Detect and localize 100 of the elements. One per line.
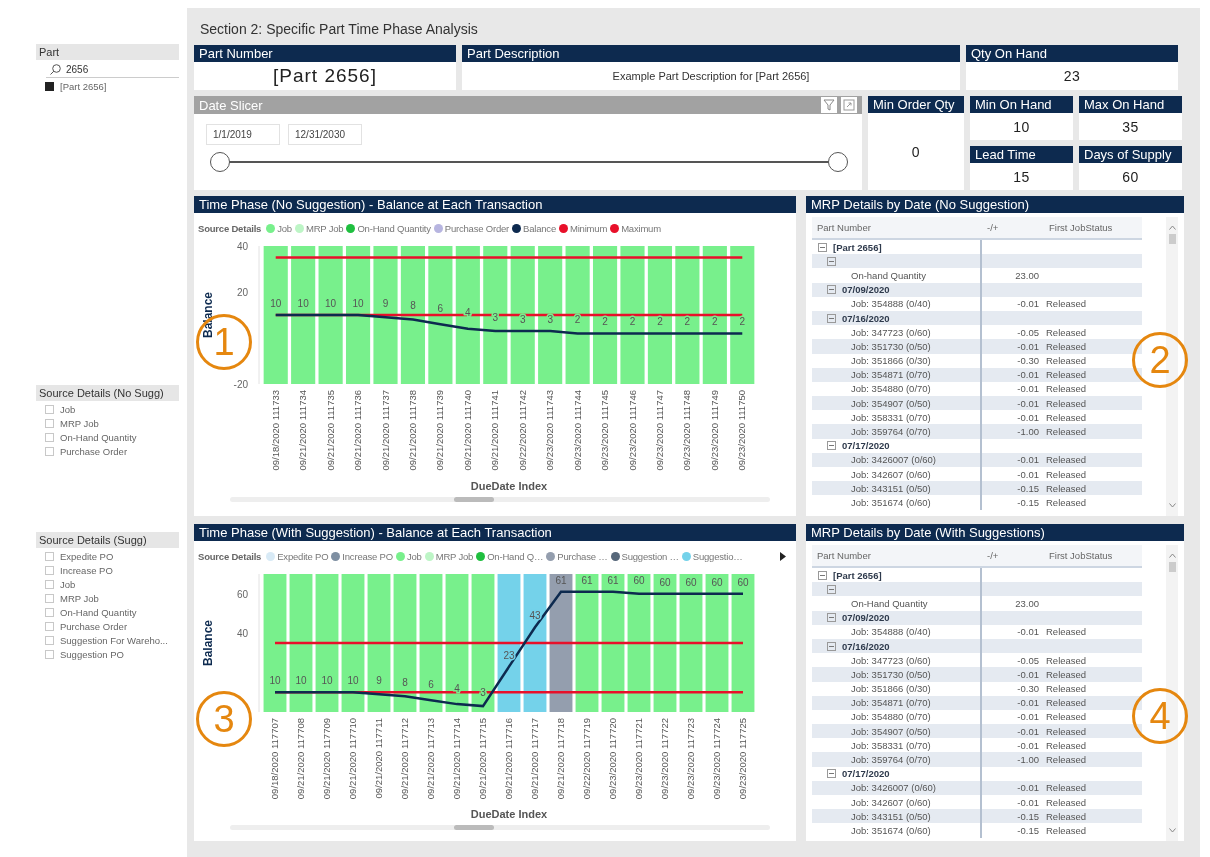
column-header[interactable]: -/+ (982, 550, 1044, 561)
start-date-field[interactable]: 1/1/2019 (206, 124, 280, 145)
table-cell-text: -0.01 (1016, 298, 1040, 310)
column-header[interactable]: Part Number (812, 222, 982, 233)
search-field[interactable]: 2656 (66, 64, 156, 75)
legend-label[interactable]: On-Hand Quantity (357, 223, 431, 234)
group-label: 07/16/2020 (842, 312, 890, 324)
slicer-item[interactable]: Job (60, 579, 76, 590)
table-cell-text: Released (1045, 782, 1088, 794)
slicer-item[interactable]: [Part 2656] (60, 81, 107, 92)
row-label: Job: 351674 (0/60) (851, 824, 931, 836)
table-cell-text: Released (1045, 668, 1088, 680)
row-label: Job: 3426007 (0/60) (851, 782, 937, 794)
slicer-item[interactable]: Purchase Order (60, 446, 128, 457)
scroll-thumb[interactable] (454, 825, 494, 830)
legend-label[interactable]: Maximum (621, 223, 661, 234)
slider-handle[interactable] (210, 152, 230, 172)
data-label: 60 (659, 576, 671, 588)
axis-tick-label: 09/21/2020 117714 (451, 718, 462, 800)
slicer-title: Part (36, 44, 179, 60)
end-date-field[interactable]: 12/31/2030 (288, 124, 362, 145)
slicer-item[interactable]: MRP Job (60, 418, 99, 429)
slicer-item[interactable]: Suggestion For Wareho... (60, 635, 168, 646)
legend-label[interactable]: MRP Job (435, 551, 474, 562)
column-header[interactable]: First JobStatus (1044, 550, 1142, 561)
collapse-icon[interactable] (818, 242, 827, 252)
legend-label[interactable]: Suggestion … (621, 551, 679, 562)
collapse-icon[interactable] (827, 256, 836, 266)
scroll-down-icon[interactable] (1168, 828, 1176, 833)
legend-label[interactable]: Purchase Order (444, 223, 510, 234)
slicer-item[interactable]: MRP Job (60, 593, 99, 604)
collapse-icon[interactable] (827, 613, 836, 623)
slicer-item[interactable]: On-Hand Quantity (60, 432, 137, 443)
legend-label[interactable]: On-Hand Q… (487, 551, 544, 562)
table-cell-text: -0.01 (1016, 369, 1040, 381)
collapse-icon[interactable] (827, 285, 836, 295)
next-arrow-icon[interactable] (780, 552, 786, 561)
table-cell-text: Released (1045, 754, 1088, 766)
collapse-icon[interactable] (827, 584, 836, 594)
axis-tick-label: 09/23/2020 111746 (626, 390, 638, 471)
legend-label[interactable]: Expedite PO (277, 551, 329, 562)
legend-label[interactable]: Balance (523, 223, 556, 234)
column-header[interactable]: Part Number (812, 550, 982, 561)
legend-label[interactable]: Suggestio… (692, 551, 743, 562)
scroll-thumb[interactable] (454, 497, 494, 502)
scroll-down-icon[interactable] (1168, 503, 1176, 508)
slicer-item[interactable]: Purchase Order (60, 621, 128, 632)
data-label: 2 (684, 316, 691, 328)
table-cell-text: Released (1045, 824, 1088, 836)
scrollbar[interactable] (230, 497, 770, 502)
checkbox[interactable] (45, 82, 54, 91)
row-label: Job: 354888 (0/40) (851, 298, 931, 310)
legend-label[interactable]: Increase PO (342, 551, 393, 562)
legend-label[interactable]: Job (277, 223, 292, 234)
slicer-item[interactable]: Job (60, 404, 76, 415)
column-header[interactable]: -/+ (982, 222, 1044, 233)
legend-title: Source Details (198, 551, 262, 562)
scroll-thumb[interactable] (1168, 562, 1176, 572)
column-header[interactable]: First JobStatus (1044, 222, 1142, 233)
legend-label[interactable]: Purchase … (557, 551, 608, 562)
scroll-up-icon[interactable] (1168, 553, 1176, 558)
legend-label[interactable]: MRP Job (305, 223, 344, 234)
slider-handle[interactable] (828, 152, 848, 172)
expand-icon[interactable] (841, 97, 857, 113)
data-label: 3 (492, 311, 499, 323)
collapse-icon[interactable] (818, 570, 827, 580)
scrollbar[interactable] (230, 825, 770, 830)
search-icon (50, 64, 61, 75)
filter-icon[interactable] (821, 97, 837, 113)
row-label: Job: 354880 (0/70) (851, 383, 931, 395)
slicer-item[interactable]: Increase PO (60, 565, 113, 576)
qty-value: 23 (1062, 67, 1082, 86)
row-label: Job: 347723 (0/60) (851, 654, 931, 666)
slicer-title: Date Slicer (199, 97, 264, 113)
axis-tick-label: 09/21/2020 111736 (352, 390, 364, 471)
scroll-thumb[interactable] (1168, 234, 1176, 244)
row-label: Job: 342607 (0/60) (851, 796, 931, 808)
collapse-icon[interactable] (827, 313, 836, 323)
legend-label[interactable]: Job (406, 551, 422, 562)
slicer-item[interactable]: On-Hand Quantity (60, 607, 137, 618)
card-title: Qty On Hand (966, 45, 1178, 62)
axis-title: DueDate Index (470, 480, 548, 492)
slicer-item[interactable]: Suggestion PO (60, 649, 124, 660)
data-label: 9 (376, 675, 382, 687)
axis-tick-label: 09/21/2020 111741 (489, 390, 501, 471)
scroll-up-icon[interactable] (1168, 225, 1176, 230)
row-label: Job: 343151 (0/50) (851, 482, 931, 494)
collapse-icon[interactable] (827, 769, 836, 779)
row-label: Job: 351866 (0/30) (851, 355, 931, 367)
legend-label[interactable]: Minimum (570, 223, 608, 234)
axis-tick-label: 09/23/2020 111743 (544, 390, 556, 471)
row-label: Job: 351866 (0/30) (851, 683, 931, 695)
slicer-item[interactable]: Expedite PO (60, 551, 114, 562)
axis-tick-label: 09/23/2020 111748 (681, 390, 693, 471)
axis-tick-label: 09/23/2020 117721 (633, 718, 644, 800)
collapse-icon[interactable] (827, 441, 836, 451)
collapse-icon[interactable] (827, 641, 836, 651)
table-cell-text: -0.01 (1016, 383, 1040, 395)
row-label: Job: 3426007 (0/60) (851, 454, 937, 466)
axis-tick-label: 09/22/2020 117719 (581, 718, 592, 800)
